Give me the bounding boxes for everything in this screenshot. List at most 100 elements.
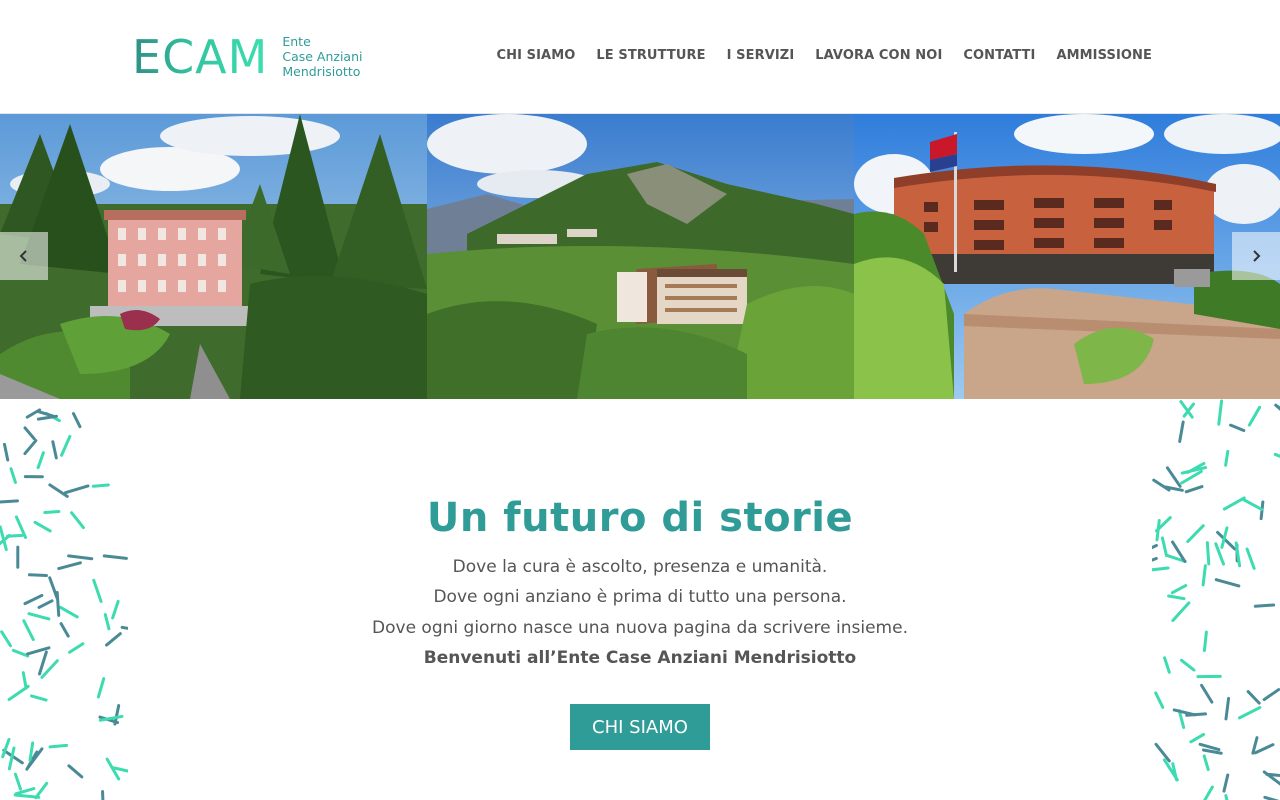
confetti-dash (57, 561, 82, 571)
confetti-dash (37, 599, 54, 609)
confetti-dash (48, 483, 69, 498)
confetti-dash (1186, 524, 1205, 544)
confetti-dash (1200, 683, 1214, 704)
confetti-dash (1152, 556, 1158, 562)
confetti-dash (1201, 564, 1207, 587)
confetti-dash (68, 642, 85, 654)
confetti-dash (1160, 536, 1168, 558)
hero-text-line: Dove ogni anziano è prima di tutto una p… (433, 587, 847, 607)
confetti-dash (96, 677, 106, 699)
nav-i-servizi[interactable]: I SERVIZI (727, 48, 795, 63)
confetti-dash (1224, 794, 1229, 800)
confetti-dash (67, 554, 94, 561)
confetti-dash (48, 743, 69, 749)
confetti-dash (1247, 405, 1262, 427)
confetti-dash (27, 573, 48, 578)
confetti-dash (55, 591, 61, 617)
confetti-dash (2, 442, 10, 462)
confetti-dash (112, 766, 128, 773)
confetti-dash (23, 426, 36, 441)
confetti-dash (59, 622, 70, 638)
confetti-dash (1202, 630, 1208, 652)
nav-chi-siamo[interactable]: CHI SIAMO (496, 48, 575, 63)
confetti-dash (37, 650, 48, 676)
confetti-dash (92, 578, 103, 603)
confetti-dash (1241, 497, 1264, 511)
confetti-dash (51, 440, 58, 460)
confetti-dash (1184, 485, 1204, 494)
nav-lavora-con-noi[interactable]: LAVORA CON NOI (815, 48, 942, 63)
confetti-dash (22, 619, 35, 642)
confetti-dash (0, 499, 19, 504)
confetti-dash (1163, 656, 1171, 674)
image-slider (0, 114, 1280, 399)
confetti-dash (103, 613, 111, 631)
confetti-dash (60, 434, 72, 457)
slider-next-button[interactable] (1232, 232, 1280, 280)
confetti-dash (1167, 594, 1186, 601)
confetti-dash (37, 410, 55, 418)
confetti-dash (11, 648, 30, 658)
confetti-dash (1222, 773, 1230, 793)
hero-welcome: Benvenuti all’Ente Case Anziani Mendrisi… (423, 648, 857, 668)
hero-text-line: Dove la cura è ascolto, presenza e umani… (452, 557, 828, 577)
slider-prev-button[interactable] (0, 232, 48, 280)
nav-le-strutture[interactable]: LE STRUTTURE (596, 48, 705, 63)
confetti-dash (23, 439, 38, 456)
confetti-dash (71, 412, 82, 429)
confetti-pattern-right (1152, 399, 1280, 800)
confetti-dash (1253, 603, 1276, 608)
confetti-dash (1246, 690, 1261, 705)
confetti-dash (1185, 712, 1208, 717)
confetti-dash (1154, 691, 1165, 709)
confetti-dash (1189, 732, 1206, 744)
logo-subtitle: Ente Case Anziani Mendrisiotto (282, 34, 362, 79)
confetti-dash (63, 484, 90, 495)
confetti-dash (1171, 601, 1191, 623)
confetti-dash (43, 510, 61, 515)
confetti-dash (91, 483, 110, 488)
pink-villa-park-photo (0, 114, 427, 399)
chevron-right-icon (1253, 250, 1261, 262)
confetti-dash (0, 630, 12, 648)
confetti-dash (21, 671, 28, 690)
confetti-dash (70, 511, 85, 530)
confetti-dash (58, 605, 79, 619)
confetti-dash (111, 599, 120, 620)
site-logo[interactable]: ECAM Ente Case Anziani Mendrisiotto (132, 32, 362, 82)
nav-ammissione[interactable]: AMMISSIONE (1056, 48, 1152, 63)
confetti-dash (1179, 658, 1196, 672)
confetti-dash (1205, 541, 1211, 566)
logo-subtitle-line: Case Anziani (282, 49, 363, 64)
logo-mark: ECAM (132, 30, 269, 84)
confetti-dash (34, 781, 49, 800)
confetti-dash (1170, 584, 1188, 595)
confetti-dash (1253, 743, 1275, 755)
confetti-dash (101, 790, 105, 800)
confetti-dash (1238, 706, 1262, 720)
confetti-dash (1273, 452, 1280, 458)
confetti-dash (1152, 566, 1170, 572)
confetti-dash (1234, 541, 1242, 568)
confetti-dash (120, 625, 128, 630)
confetti-dash (36, 451, 45, 470)
confetti-dash (1274, 403, 1280, 411)
chi-siamo-button[interactable]: CHI SIAMO (570, 704, 710, 750)
confetti-dash (1171, 762, 1178, 782)
confetti-dash (1262, 688, 1280, 702)
main-nav: CHI SIAMO LE STRUTTURE I SERVIZI LAVORA … (496, 48, 1152, 63)
hero-section: Un futuro di storie Dove la cura è ascol… (0, 399, 1280, 800)
hero-title: Un futuro di storie (426, 495, 854, 541)
confetti-dash (1245, 547, 1256, 570)
confetti-dash (1154, 742, 1171, 763)
confetti-dash (14, 787, 36, 796)
confetti-dash (1224, 449, 1230, 467)
confetti-dash (1214, 578, 1241, 588)
hero-text-line: Dove ogni giorno nasce una nuova pagina … (372, 618, 908, 638)
nav-contatti[interactable]: CONTATTI (963, 48, 1035, 63)
confetti-dash (1178, 420, 1185, 443)
confetti-dash (23, 593, 44, 606)
chevron-left-icon (19, 250, 27, 262)
confetti-dash (1224, 696, 1231, 721)
confetti-dash (102, 554, 128, 560)
